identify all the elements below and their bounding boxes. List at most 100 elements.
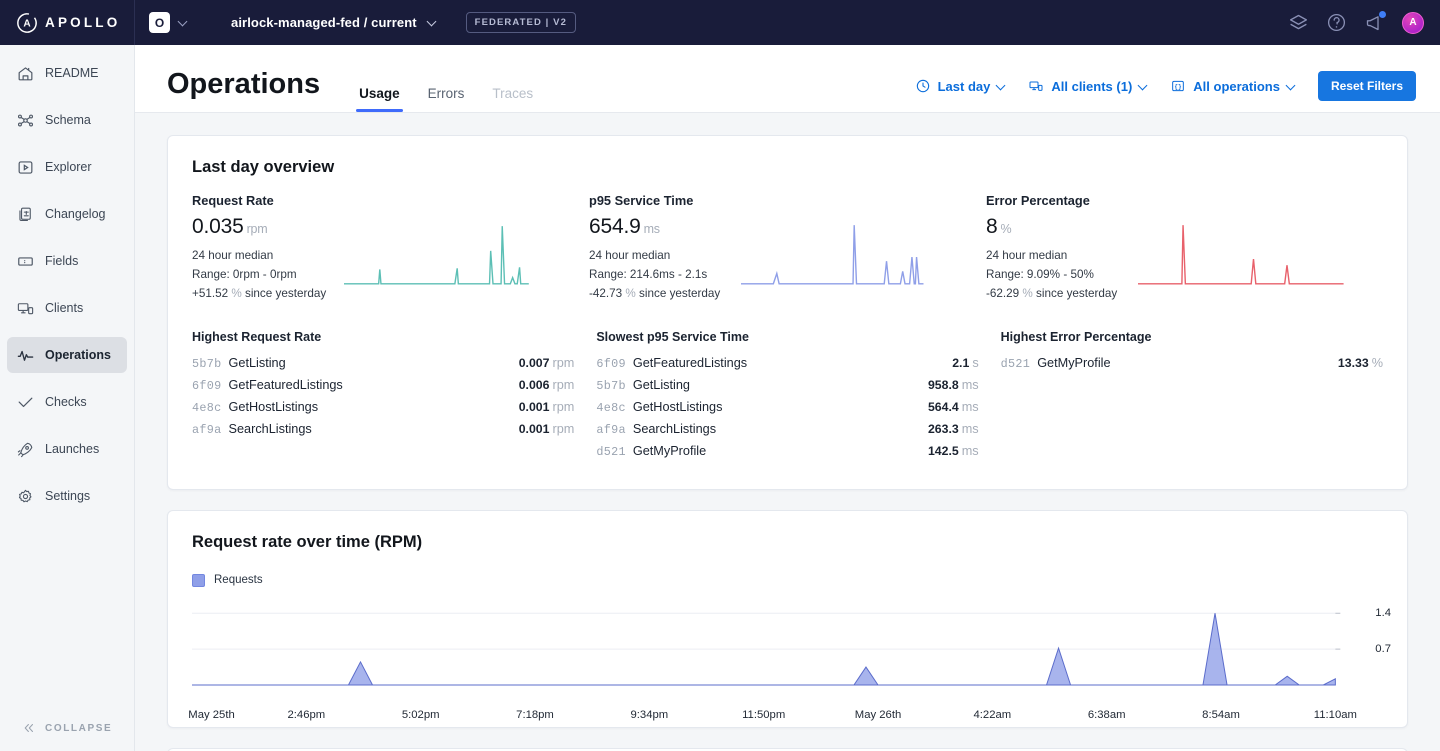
operation-unit: rpm <box>552 378 575 393</box>
sidebar-item-schema[interactable]: Schema <box>7 102 127 138</box>
list-item[interactable]: 4e8c GetHostListings 0.001 rpm <box>192 397 574 419</box>
overview-metrics: Request Rate 0.035 rpm 24 hour median Ran… <box>168 177 1407 304</box>
graph-selector[interactable]: airlock-managed-fed / current <box>231 15 417 30</box>
metric-delta: +51.52 <box>192 287 229 301</box>
main-content: Operations Usage Errors Traces Last day … <box>135 45 1440 751</box>
tab-bar: Usage Errors Traces <box>348 86 544 112</box>
rocket-icon <box>16 440 35 459</box>
sidebar-item-settings[interactable]: Settings <box>7 478 127 514</box>
megaphone-icon[interactable] <box>1364 11 1386 33</box>
chevron-down-icon[interactable] <box>428 18 437 27</box>
sidebar-item-checks[interactable]: Checks <box>7 384 127 420</box>
chevrons-left-icon <box>22 721 36 735</box>
operation-name: SearchListings <box>228 422 312 437</box>
tab-usage[interactable]: Usage <box>348 86 411 112</box>
apollo-logo[interactable]: A APOLLO <box>0 0 135 45</box>
filter-time-range[interactable]: Last day <box>915 78 1007 94</box>
list-item[interactable]: 6f09 GetFeaturedListings 0.006 rpm <box>192 375 574 397</box>
metric-name: Request Rate <box>192 193 274 208</box>
tab-traces[interactable]: Traces <box>481 86 544 112</box>
list-item[interactable]: 5b7b GetListing 0.007 rpm <box>192 353 574 375</box>
x-tick-label: 8:54am <box>1202 708 1240 721</box>
metric-value: 654.9 <box>589 215 641 238</box>
sidebar-item-label: Settings <box>45 489 91 503</box>
metric-name: p95 Service Time <box>589 193 694 208</box>
x-tick-label: 5:02pm <box>401 708 440 721</box>
avatar[interactable]: A <box>1402 11 1424 34</box>
sidebar-item-fields[interactable]: Fields <box>7 243 127 279</box>
play-box-icon <box>16 158 35 177</box>
operation-id: 4e8c <box>192 401 222 416</box>
chart-legend[interactable]: Requests <box>168 552 1407 587</box>
legend-label-requests: Requests <box>214 574 263 587</box>
metric-median-label: 24 hour median <box>192 249 274 262</box>
x-tick-label: 7:18pm <box>516 708 554 721</box>
scroll-content: Last day overview Request Rate 0.035 rpm … <box>135 113 1440 751</box>
sidebar: README Schema Explorer Changelog Fields … <box>0 45 135 751</box>
operation-value: 0.007 <box>518 356 550 371</box>
list-item[interactable]: d521 GetMyProfile 142.5 ms <box>596 441 978 463</box>
operation-value: 564.4 <box>927 400 959 415</box>
list-item[interactable]: af9a SearchListings 263.3 ms <box>596 419 978 441</box>
sidebar-nav-list: README Schema Explorer Changelog Fields … <box>0 55 134 705</box>
clients-icon <box>1028 78 1044 94</box>
list-item[interactable]: af9a SearchListings 0.001 rpm <box>192 419 574 441</box>
changelog-icon <box>16 205 35 224</box>
metric-unit: rpm <box>246 222 268 236</box>
sparkline-error-rate <box>1138 193 1369 304</box>
tab-errors[interactable]: Errors <box>417 86 476 112</box>
sidebar-item-changelog[interactable]: Changelog <box>7 196 127 232</box>
page-title: Operations <box>167 68 321 100</box>
help-circle-icon[interactable] <box>1326 12 1347 33</box>
layers-icon[interactable] <box>1288 12 1309 33</box>
list-item[interactable]: 6f09 GetFeaturedListings 2.1 s <box>596 353 978 375</box>
chevron-down-icon <box>1139 82 1148 91</box>
sidebar-item-readme[interactable]: README <box>7 55 127 91</box>
sidebar-item-label: Launches <box>45 442 100 456</box>
overview-title: Last day overview <box>192 158 335 176</box>
list-item[interactable]: 4e8c GetHostListings 564.4 ms <box>596 397 978 419</box>
chevron-down-icon[interactable] <box>179 18 188 27</box>
notification-dot <box>1379 11 1386 18</box>
operation-name: GetListing <box>228 356 286 371</box>
collapse-sidebar-button[interactable]: COLLAPSE <box>0 705 134 751</box>
reset-filters-button[interactable]: Reset Filters <box>1317 71 1416 101</box>
operation-unit: rpm <box>552 422 575 437</box>
list-item[interactable]: 5b7b GetListing 958.8 ms <box>596 375 978 397</box>
operation-id: 5b7b <box>596 379 626 394</box>
apollo-studio-app: A APOLLO O airlock-managed-fed / current… <box>0 0 1440 751</box>
filter-clients[interactable]: All clients (1) <box>1028 78 1148 94</box>
x-tick-label: 9:34pm <box>630 708 669 721</box>
operation-name: GetFeaturedListings <box>228 378 343 393</box>
gear-icon <box>16 487 35 506</box>
metric-delta-unit: % <box>625 287 636 301</box>
app-body: README Schema Explorer Changelog Fields … <box>0 45 1440 751</box>
x-tick-label: 11:10am <box>1313 708 1357 721</box>
list-heading: Highest Request Rate <box>192 329 322 344</box>
x-tick-label: 6:38am <box>1087 708 1126 721</box>
sidebar-item-operations[interactable]: Operations <box>7 337 127 373</box>
last-day-overview-card: Last day overview Request Rate 0.035 rpm … <box>167 135 1408 490</box>
sidebar-item-explorer[interactable]: Explorer <box>7 149 127 185</box>
operation-id: 6f09 <box>596 357 626 372</box>
sidebar-item-launches[interactable]: Launches <box>7 431 127 467</box>
sidebar-item-label: README <box>45 66 99 80</box>
sparkline-request-rate <box>344 193 575 304</box>
clock-icon <box>915 78 931 94</box>
metric-delta-unit: % <box>1022 287 1033 301</box>
operation-unit: rpm <box>552 400 575 415</box>
y-tick-label: 0.7 <box>1375 642 1391 655</box>
filter-operations[interactable]: {} All operations <box>1170 78 1296 94</box>
rpm-chart-title: Request rate over time (RPM) <box>192 532 423 551</box>
operation-unit: ms <box>961 400 979 415</box>
rpm-chart-plot[interactable]: 1.4 0.7 <box>168 587 1407 709</box>
list-item[interactable]: d521 GetMyProfile 13.33 % <box>1001 353 1383 375</box>
org-badge[interactable]: O <box>149 12 170 33</box>
operation-value: 0.001 <box>518 400 550 415</box>
sidebar-item-label: Explorer <box>45 160 92 174</box>
x-tick-label: May 25th <box>188 708 235 721</box>
sidebar-item-clients[interactable]: Clients <box>7 290 127 326</box>
operation-name: GetMyProfile <box>632 444 707 459</box>
sidebar-item-label: Fields <box>45 254 79 268</box>
top-bar: A APOLLO O airlock-managed-fed / current… <box>0 0 1440 45</box>
